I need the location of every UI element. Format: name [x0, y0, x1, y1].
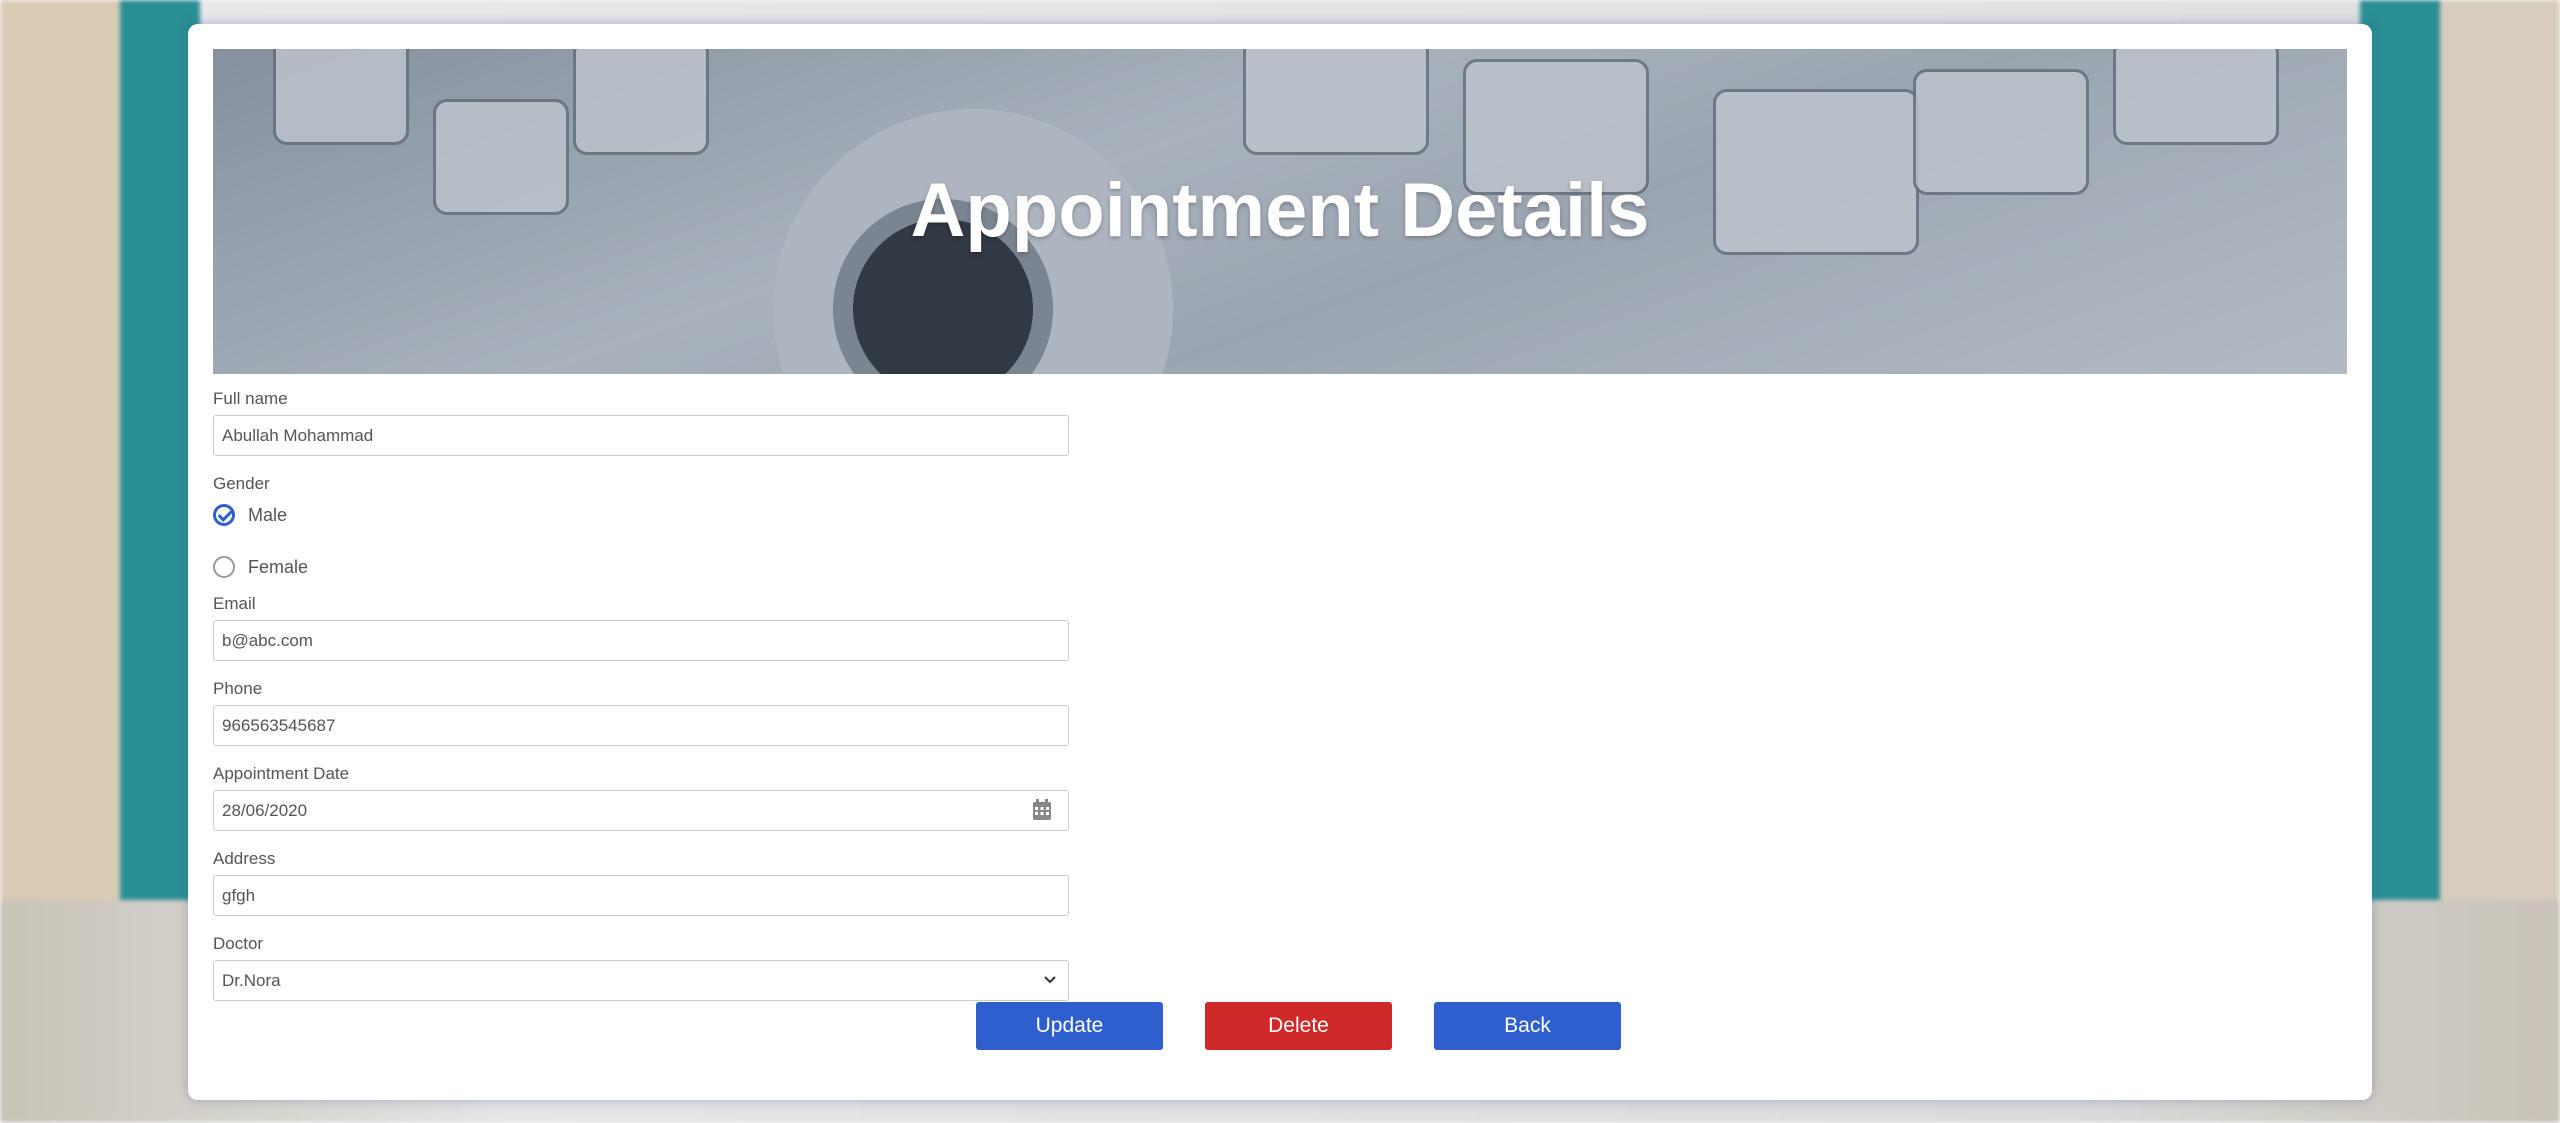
email-input[interactable]: b@abc.com — [213, 620, 1069, 661]
doctor-label: Doctor — [213, 934, 264, 953]
radio-checked-icon[interactable] — [213, 504, 235, 526]
doctor-selected-value: Dr.Nora — [222, 971, 281, 990]
phone-group: Phone 966563545687 — [213, 679, 1069, 746]
doctor-group: Doctor Dr.Nora — [213, 934, 1069, 1001]
radio-unchecked-icon[interactable] — [213, 556, 235, 578]
appointment-card: Appointment Details Full name Abullah Mo… — [188, 24, 2372, 1100]
update-button[interactable]: Update — [976, 1002, 1163, 1050]
address-input[interactable]: gfgh — [213, 875, 1069, 916]
full-name-label: Full name — [213, 389, 288, 408]
header-banner: Appointment Details — [213, 49, 2347, 374]
gender-option-label: Male — [248, 504, 288, 525]
address-label: Address — [213, 849, 276, 868]
gender-label: Gender — [213, 474, 270, 493]
full-name-group: Full name Abullah Mohammad — [213, 389, 1069, 456]
gender-option-label: Female — [248, 556, 309, 577]
gender-group: Gender Male Female — [213, 474, 1069, 582]
phone-label: Phone — [213, 679, 263, 698]
page-title: Appointment Details — [910, 168, 1650, 253]
appointment-date-input[interactable]: 28/06/2020 — [213, 790, 1069, 831]
email-label: Email — [213, 594, 256, 613]
doctor-select[interactable]: Dr.Nora — [213, 960, 1069, 1001]
delete-button[interactable]: Delete — [1205, 1002, 1392, 1050]
appointment-form: Full name Abullah Mohammad Gender Male F… — [213, 389, 1069, 1019]
chevron-down-icon[interactable] — [1042, 971, 1058, 987]
back-button[interactable]: Back — [1434, 1002, 1621, 1050]
phone-input[interactable]: 966563545687 — [213, 705, 1069, 746]
gender-option-male[interactable]: Male — [213, 500, 1069, 530]
full-name-input[interactable]: Abullah Mohammad — [213, 415, 1069, 456]
email-group: Email b@abc.com — [213, 594, 1069, 661]
address-group: Address gfgh — [213, 849, 1069, 916]
gender-option-female[interactable]: Female — [213, 552, 1069, 582]
appointment-date-label: Appointment Date — [213, 764, 350, 783]
appointment-date-group: Appointment Date 28/06/2020 — [213, 764, 1069, 831]
appointment-date-value: 28/06/2020 — [222, 801, 308, 820]
calendar-icon[interactable] — [1032, 799, 1052, 821]
